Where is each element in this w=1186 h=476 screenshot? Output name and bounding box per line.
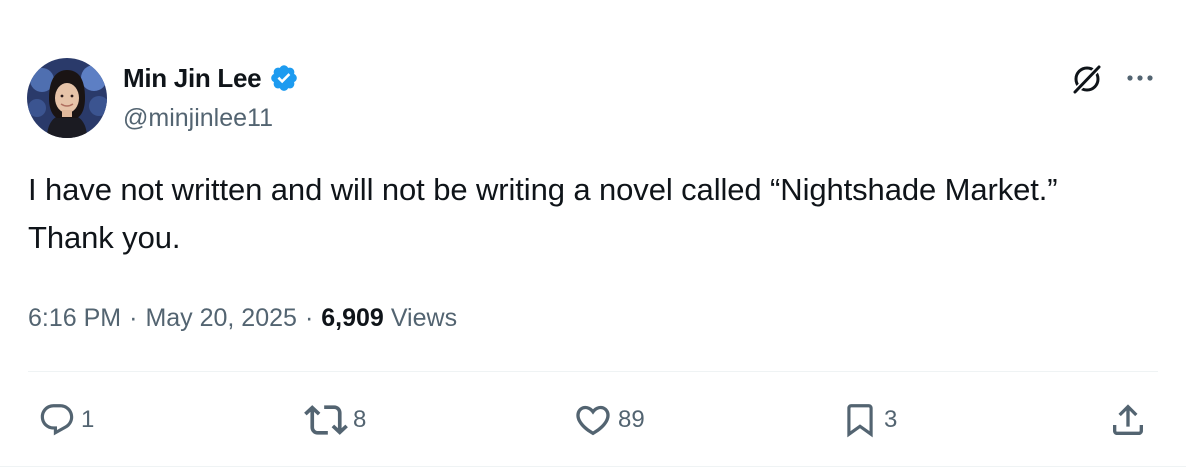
action-bar: 1 8 89 3	[0, 396, 1186, 444]
tweet-date[interactable]: May 20, 2025	[145, 304, 297, 333]
like-button[interactable]: 89	[573, 396, 645, 444]
bottom-divider	[0, 466, 1186, 467]
divider	[28, 371, 1158, 372]
bookmark-icon	[847, 404, 873, 438]
views-label: Views	[390, 303, 458, 332]
author-handle[interactable]: @minjinlee11	[123, 104, 273, 133]
more-icon[interactable]	[1121, 62, 1159, 94]
like-count: 89	[618, 406, 645, 433]
share-icon	[1113, 404, 1143, 435]
author-name-row[interactable]: Min Jin Lee	[123, 61, 299, 95]
repost-count: 8	[353, 406, 367, 433]
tweet-meta: 6:16 PM · May 20, 2025 · 6,909 Views	[28, 300, 457, 336]
meta-separator: ·	[304, 303, 314, 332]
like-icon	[576, 405, 610, 436]
tweet-text: I have not written and will not be writi…	[28, 172, 1066, 255]
tweet-time[interactable]: 6:16 PM	[28, 304, 121, 333]
meta-separator: ·	[129, 303, 138, 332]
repost-icon	[304, 405, 348, 435]
share-button[interactable]	[1108, 396, 1148, 444]
grok-icon[interactable]	[1068, 61, 1106, 97]
views-count: 6,909	[321, 303, 384, 332]
reply-icon	[40, 404, 74, 436]
verified-badge-icon[interactable]	[269, 63, 299, 93]
avatar-image	[27, 58, 107, 138]
bookmark-button[interactable]: 3	[841, 396, 897, 444]
repost-button[interactable]: 8	[304, 396, 366, 444]
bookmark-count: 3	[884, 406, 898, 433]
reply-count: 1	[81, 406, 95, 433]
tweet-card: Min Jin Lee @minjinlee11 I have not writ…	[0, 0, 1186, 476]
reply-button[interactable]: 1	[38, 396, 94, 444]
avatar[interactable]	[27, 58, 107, 138]
author-display-name[interactable]: Min Jin Lee	[123, 63, 262, 94]
